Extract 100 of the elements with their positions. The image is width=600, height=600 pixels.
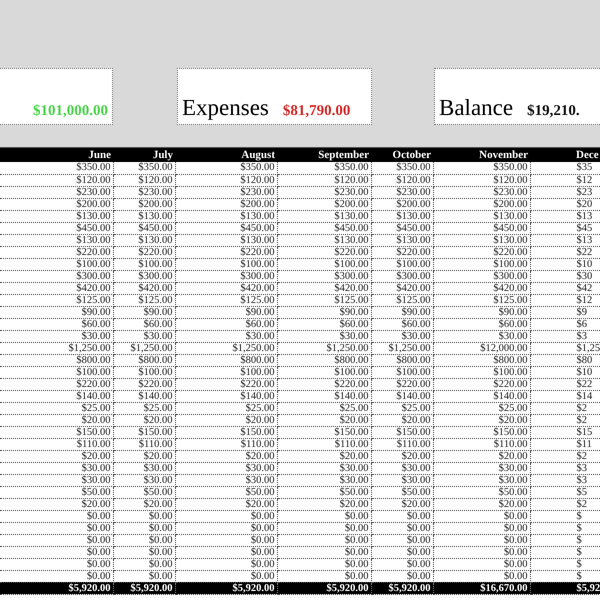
- table-cell: $200.00: [277, 198, 371, 210]
- table-cell: $50.00: [0, 486, 113, 498]
- table-cell: $13: [530, 210, 600, 222]
- table-cell: $200.00: [371, 198, 433, 210]
- table-cell: $60.00: [175, 318, 277, 330]
- table-cell: $125.00: [433, 294, 530, 306]
- table-cell: $230.00: [371, 186, 433, 198]
- table-cell: $0.00: [175, 510, 277, 522]
- table-cell: $90.00: [113, 306, 175, 318]
- table-cell: $150.00: [433, 426, 530, 438]
- table-cell: $150.00: [277, 426, 371, 438]
- column-header: Dece: [530, 148, 600, 162]
- table-cell: $220.00: [175, 378, 277, 390]
- table-cell: $30.00: [175, 474, 277, 486]
- table-cell: $0.00: [433, 534, 530, 546]
- table-cell: $0.00: [277, 558, 371, 570]
- table-cell: $100.00: [433, 258, 530, 270]
- table-cell: $0.00: [433, 510, 530, 522]
- table-cell: $30.00: [277, 462, 371, 474]
- table-cell: $2: [530, 450, 600, 462]
- table-cell: $125.00: [113, 294, 175, 306]
- table-cell: $420.00: [175, 282, 277, 294]
- table-cell: $450.00: [113, 222, 175, 234]
- column-header: June: [0, 148, 113, 162]
- table-cell: $0.00: [277, 522, 371, 534]
- table-cell: $30.00: [0, 474, 113, 486]
- table-cell: $350.00: [0, 162, 113, 174]
- table-cell: $22: [530, 246, 600, 258]
- table-cell: $100.00: [277, 366, 371, 378]
- table-cell: $1,25: [530, 342, 600, 354]
- table-cell: $300.00: [433, 270, 530, 282]
- table-cell: $350.00: [433, 162, 530, 174]
- table-cell: $20.00: [0, 498, 113, 510]
- table-cell: $15: [530, 426, 600, 438]
- table-cell: $150.00: [0, 426, 113, 438]
- table-cell: $120.00: [433, 174, 530, 186]
- table-cell: $0.00: [433, 522, 530, 534]
- table-cell: $80: [530, 354, 600, 366]
- table-cell: $450.00: [371, 222, 433, 234]
- table-cell: $0.00: [113, 546, 175, 558]
- table-cell: $0.00: [175, 534, 277, 546]
- table-cell: $20.00: [113, 414, 175, 426]
- total-cell: $5,920.00: [371, 582, 433, 594]
- table-cell: $20.00: [277, 414, 371, 426]
- card-value: $101,000.00: [33, 102, 108, 121]
- table-cell: $0.00: [371, 558, 433, 570]
- table-cell: $130.00: [113, 234, 175, 246]
- table-cell: $60.00: [0, 318, 113, 330]
- table-cell: $220.00: [0, 378, 113, 390]
- table-cell: $30.00: [0, 330, 113, 342]
- card-label: Balance: [439, 95, 514, 121]
- table-cell: $: [530, 558, 600, 570]
- table-cell: $30.00: [277, 474, 371, 486]
- table-cell: $9: [530, 306, 600, 318]
- table-cell: $350.00: [371, 162, 433, 174]
- table-cell: $220.00: [277, 246, 371, 258]
- table-cell: $10: [530, 258, 600, 270]
- table-cell: $220.00: [371, 246, 433, 258]
- table-cell: $1,250.00: [277, 342, 371, 354]
- table-cell: $25.00: [0, 402, 113, 414]
- table-cell: $130.00: [175, 234, 277, 246]
- table-cell: $800.00: [277, 354, 371, 366]
- table-cell: $220.00: [277, 378, 371, 390]
- table-cell: $110.00: [175, 438, 277, 450]
- table-cell: $0.00: [277, 534, 371, 546]
- table-cell: $20.00: [433, 414, 530, 426]
- table-cell: $120.00: [277, 174, 371, 186]
- table-cell: $100.00: [371, 366, 433, 378]
- table-cell: $20.00: [0, 450, 113, 462]
- table-cell: $35: [530, 162, 600, 174]
- table-cell: $1,250.00: [371, 342, 433, 354]
- table-cell: $: [530, 546, 600, 558]
- table-cell: $30.00: [371, 474, 433, 486]
- table-cell: $125.00: [371, 294, 433, 306]
- table-cell: $0.00: [371, 546, 433, 558]
- table-cell: $230.00: [175, 186, 277, 198]
- table-cell: $100.00: [0, 366, 113, 378]
- table-cell: $60.00: [277, 318, 371, 330]
- table-cell: $0.00: [113, 558, 175, 570]
- table-cell: $200.00: [433, 198, 530, 210]
- table-cell: $220.00: [433, 246, 530, 258]
- table-cell: $60.00: [371, 318, 433, 330]
- table-cell: $300.00: [0, 270, 113, 282]
- total-cell: $5,920.00: [175, 582, 277, 594]
- table-cell: $50.00: [433, 486, 530, 498]
- table-cell: $30: [530, 270, 600, 282]
- table-cell: $11: [530, 438, 600, 450]
- table-cell: $30.00: [433, 330, 530, 342]
- table-cell: $450.00: [277, 222, 371, 234]
- table-cell: $25.00: [113, 402, 175, 414]
- table-cell: $: [530, 534, 600, 546]
- table-cell: $3: [530, 474, 600, 486]
- table-cell: $0.00: [433, 558, 530, 570]
- table-cell: $30.00: [113, 462, 175, 474]
- table-cell: $50.00: [277, 486, 371, 498]
- table-cell: $50.00: [113, 486, 175, 498]
- table-cell: $140.00: [0, 390, 113, 402]
- table-cell: $30.00: [277, 330, 371, 342]
- table-cell: $30.00: [175, 330, 277, 342]
- table-cell: $100.00: [0, 258, 113, 270]
